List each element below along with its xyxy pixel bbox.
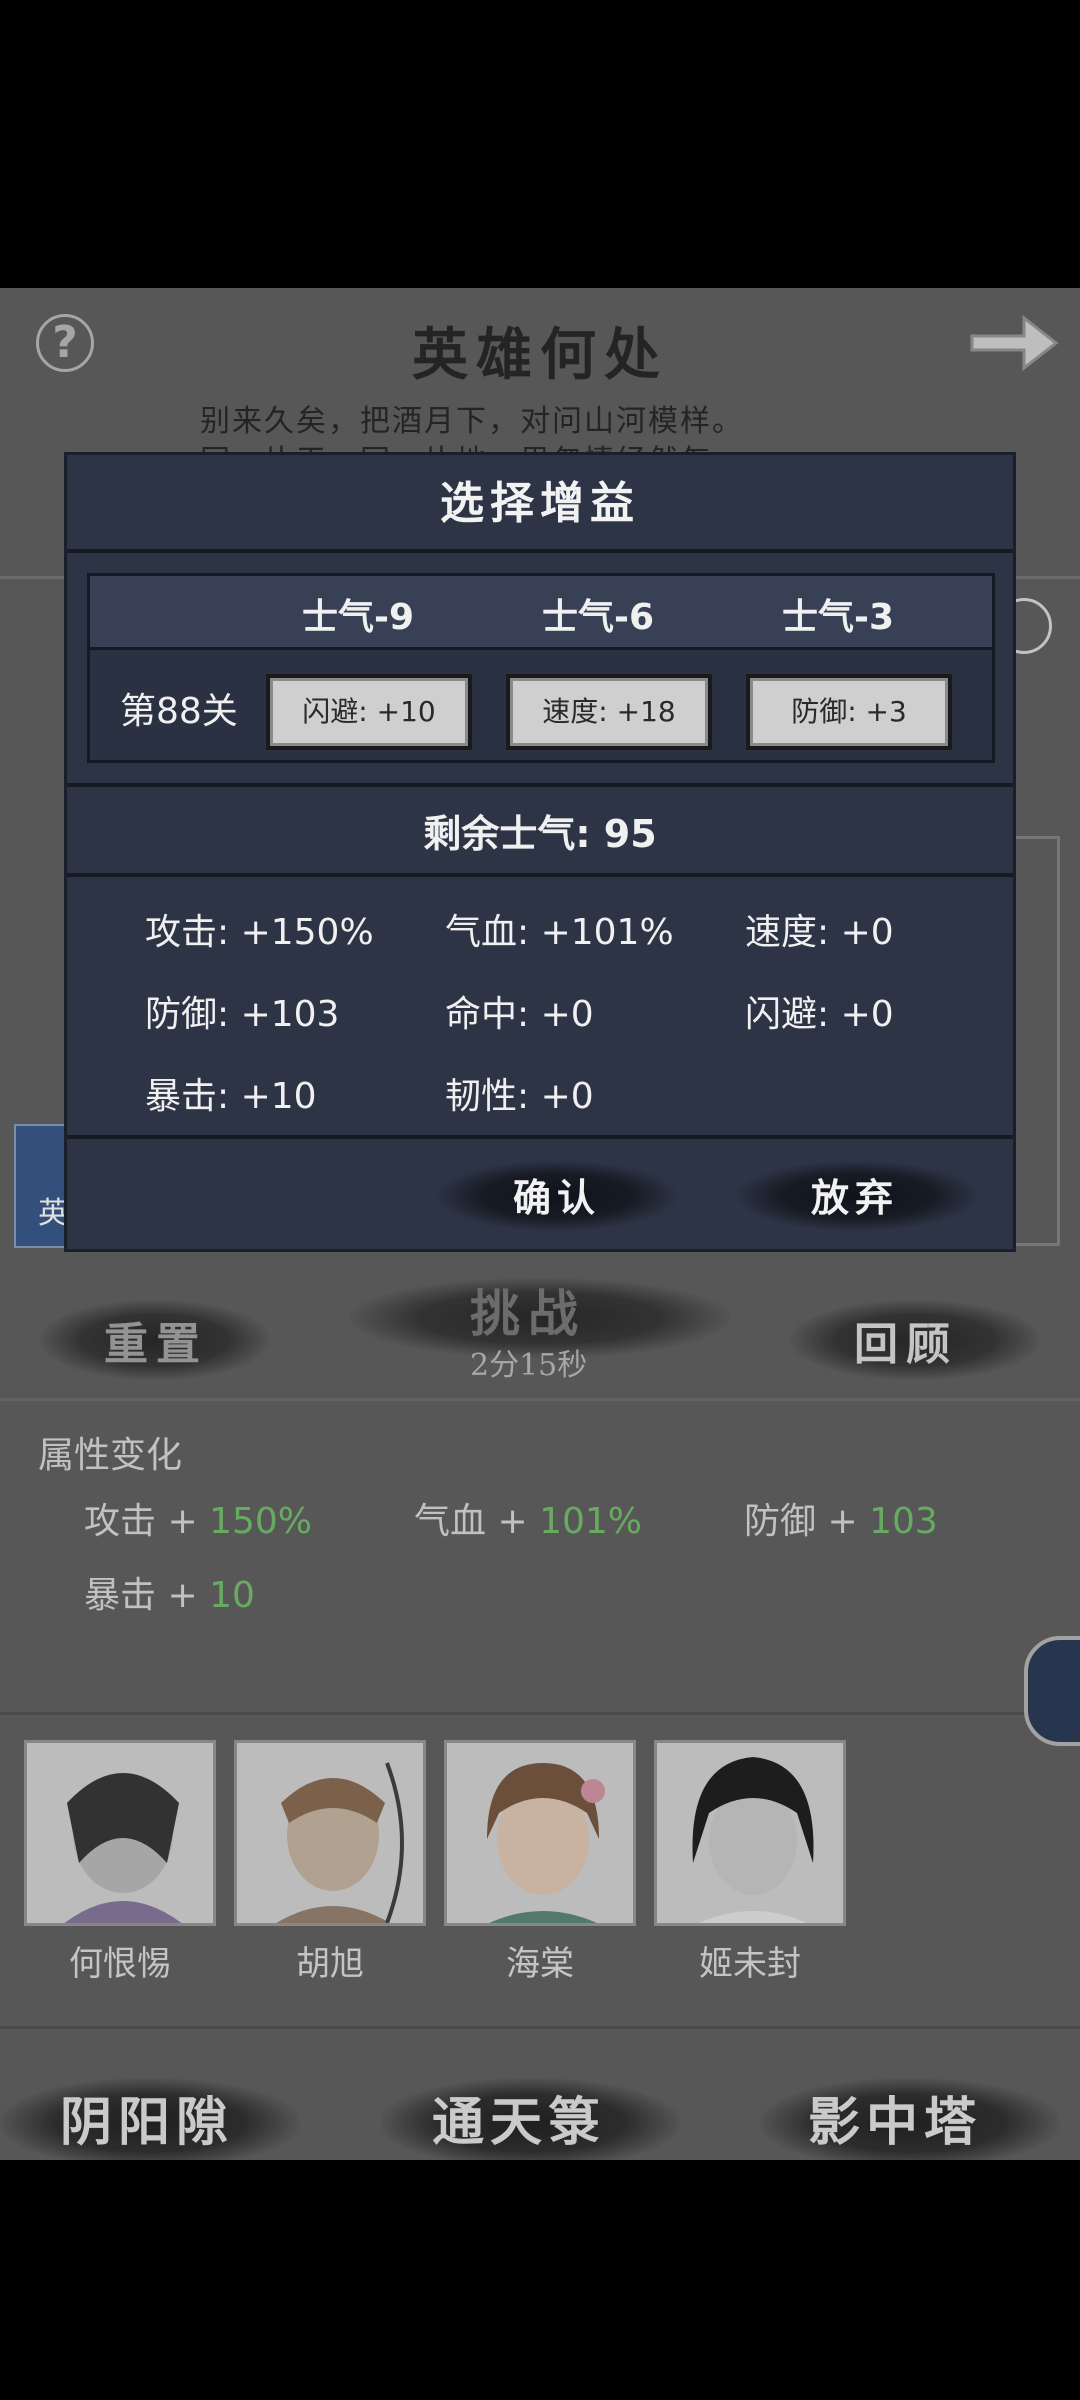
level-label: 第88关 (120, 691, 238, 732)
morale-cost: 士气-3 (782, 597, 894, 638)
remaining-morale: 剩余士气: 95 (67, 783, 1013, 877)
confirm-label: 确认 (513, 1175, 602, 1220)
stat-defense: 防御: +103 (145, 994, 340, 1035)
abandon-label: 放弃 (811, 1175, 900, 1220)
stat-dodge: 闪避: +0 (745, 994, 894, 1035)
divider (67, 1135, 1013, 1139)
stat-hp: 气血: +101% (445, 912, 674, 953)
stat-attack: 攻击: +150% (145, 912, 374, 953)
buff-table: 士气-9 士气-6 士气-3 第88关 闪避: +10 速度: +18 防御: … (87, 573, 995, 763)
buff-option-speed[interactable]: 速度: +18 (506, 674, 712, 750)
buff-option-defense[interactable]: 防御: +3 (746, 674, 952, 750)
stat-crit: 暴击: +10 (145, 1076, 317, 1117)
buff-option-dodge[interactable]: 闪避: +10 (266, 674, 472, 750)
buff-table-header: 士气-9 士气-6 士气-3 (90, 576, 992, 650)
dialog-title: 选择增益 (67, 455, 1013, 553)
select-buff-dialog: 选择增益 士气-9 士气-6 士气-3 第88关 闪避: +10 速度: +18… (64, 452, 1016, 1252)
stat-tenacity: 韧性: +0 (445, 1076, 594, 1117)
stat-hit: 命中: +0 (445, 994, 594, 1035)
stat-speed: 速度: +0 (745, 912, 894, 953)
morale-cost: 士气-9 (302, 597, 414, 638)
morale-cost: 士气-6 (542, 597, 654, 638)
